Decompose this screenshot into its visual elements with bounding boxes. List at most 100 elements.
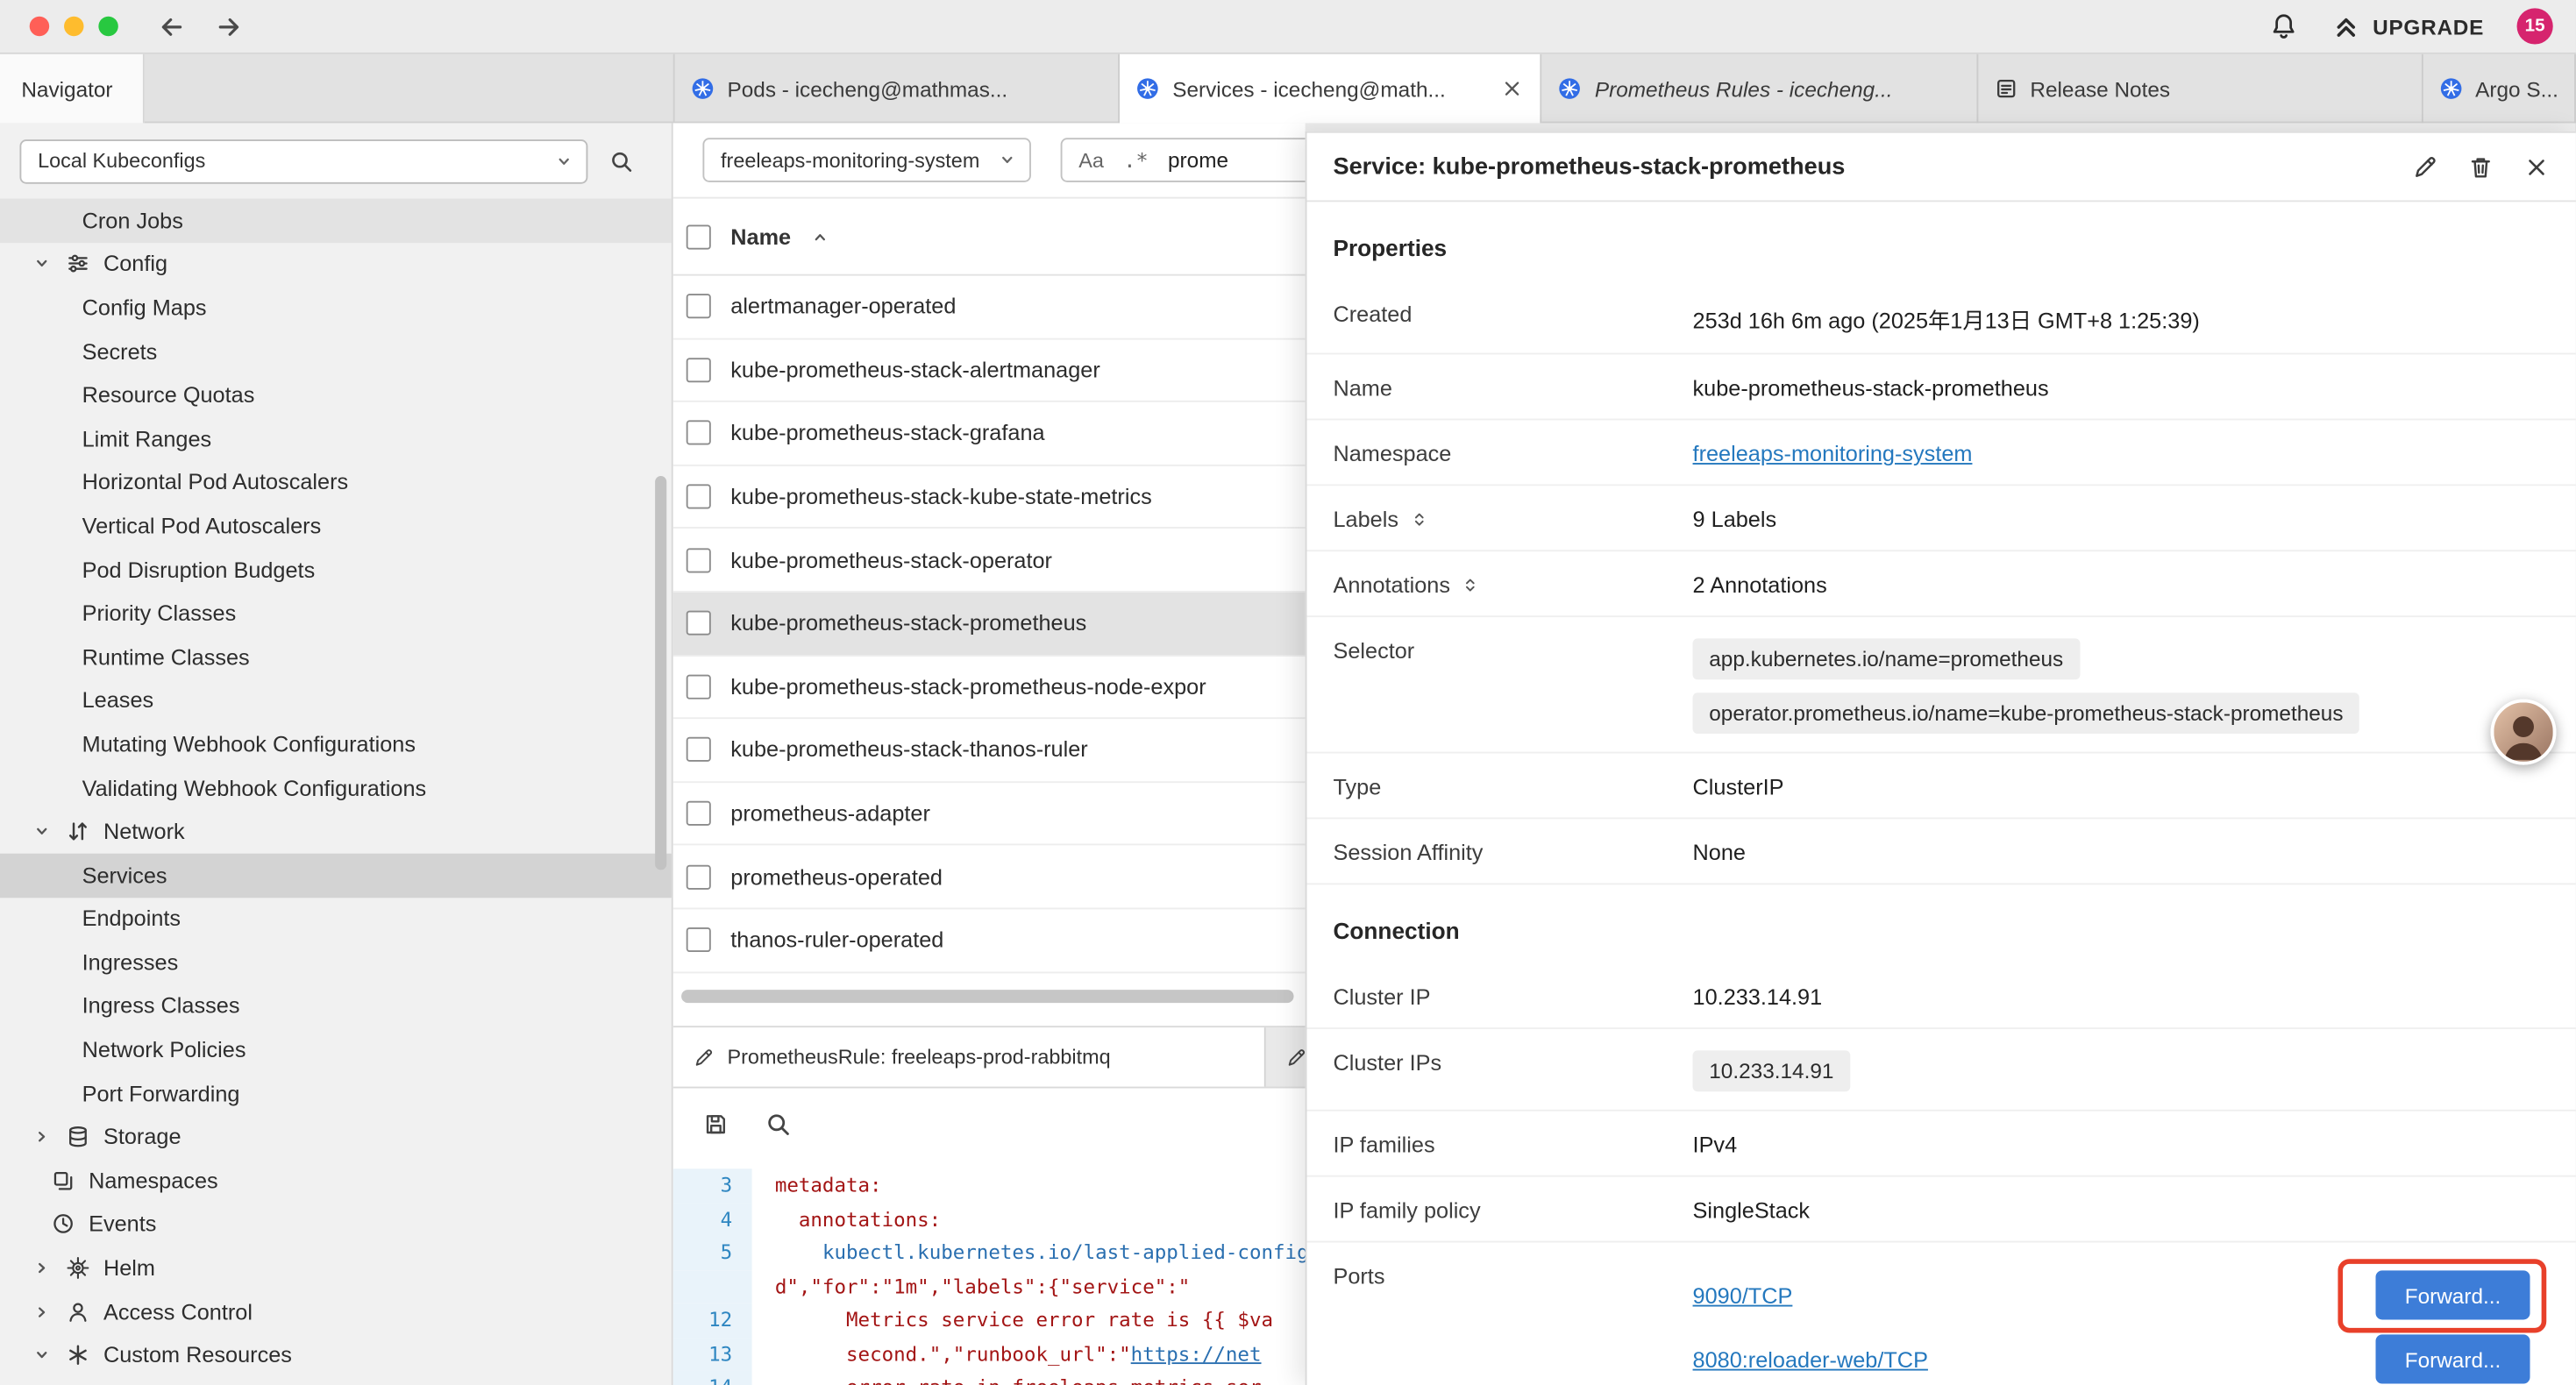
service-row-kube-prometheus-stack-grafana[interactable]: kube-prometheus-stack-grafana [673, 402, 1306, 465]
editor-search-icon[interactable] [765, 1112, 792, 1138]
tab-prometheus-rules-icecheng[interactable]: Prometheus Rules - icecheng... [1542, 54, 1978, 124]
match-case-toggle[interactable]: Aa [1078, 148, 1104, 171]
avatar[interactable] [2491, 700, 2557, 765]
tab-release-notes[interactable]: Release Notes [1977, 54, 2423, 124]
close-tab-icon[interactable] [1501, 77, 1524, 100]
search-icon[interactable] [609, 148, 634, 173]
sidebar-item-horizontal-pod-autoscalers[interactable]: Horizontal Pod Autoscalers [0, 460, 672, 504]
updown-icon[interactable] [1410, 510, 1428, 529]
edit-icon[interactable] [2412, 153, 2438, 180]
tab-services-icecheng-math[interactable]: Services - icecheng@math... [1120, 54, 1542, 124]
sidebar-item-definitions[interactable]: Definitions [0, 1377, 672, 1385]
editor-line[interactable]: 14 error rate in freeleaps metrics ser [673, 1371, 1306, 1385]
name-column-header[interactable]: Name [730, 224, 791, 249]
sort-ascending-icon[interactable] [811, 227, 829, 245]
forward-button[interactable]: Forward... [2376, 1334, 2530, 1383]
services-horizontal-scrollbar[interactable] [681, 990, 1293, 1003]
namespace-link[interactable]: freeleaps-monitoring-system [1693, 442, 1973, 466]
notification-badge[interactable]: 15 [2517, 8, 2553, 44]
row-checkbox[interactable] [687, 738, 711, 763]
sidebar-item-custom-resources[interactable]: Custom Resources [0, 1333, 672, 1377]
search-input[interactable]: Aa .* prome [1061, 138, 1306, 182]
sidebar-item-priority-classes[interactable]: Priority Classes [0, 592, 672, 636]
forward-button[interactable]: Forward... [2376, 1270, 2530, 1319]
sidebar-item-mutating-webhook-configurations[interactable]: Mutating Webhook Configurations [0, 722, 672, 766]
kubeconfig-selector[interactable]: Local Kubeconfigs [19, 138, 587, 183]
row-checkbox[interactable] [687, 295, 711, 319]
port-link[interactable]: 8080:reloader-web/TCP [1693, 1347, 1928, 1372]
bell-icon[interactable] [2269, 11, 2299, 41]
sidebar-item-config-maps[interactable]: Config Maps [0, 286, 672, 330]
dock-tab-prometheusrule-freeleaps-prod-rabbitmq[interactable]: PrometheusRule: freeleaps-prod-rabbitmq [673, 1027, 1266, 1086]
service-row-kube-prometheus-stack-prometheus-node-expor[interactable]: kube-prometheus-stack-prometheus-node-ex… [673, 656, 1306, 719]
service-row-kube-prometheus-stack-prometheus[interactable]: kube-prometheus-stack-prometheus [673, 593, 1306, 656]
editor-line[interactable]: d","for":"1m","labels":{"service":" [673, 1269, 1306, 1303]
row-checkbox[interactable] [687, 611, 711, 636]
sidebar-item-helm[interactable]: Helm [0, 1246, 672, 1290]
sidebar-item-ingress-classes[interactable]: Ingress Classes [0, 984, 672, 1028]
sidebar-item-cron-jobs[interactable]: Cron Jobs [0, 199, 672, 243]
forward-icon[interactable] [215, 12, 243, 40]
upgrade-button[interactable]: UPGRADE [2331, 11, 2484, 41]
row-checkbox[interactable] [687, 548, 711, 572]
editor-line[interactable]: 5 kubectl.kubernetes.io/last-applied-con… [673, 1236, 1306, 1269]
row-checkbox[interactable] [687, 485, 711, 509]
close-icon[interactable] [2523, 153, 2550, 180]
row-checkbox[interactable] [687, 927, 711, 952]
service-row-alertmanager-operated[interactable]: alertmanager-operated [673, 276, 1306, 339]
sidebar-item-resource-quotas[interactable]: Resource Quotas [0, 373, 672, 417]
sidebar-item-config[interactable]: Config [0, 242, 672, 286]
service-row-prometheus-adapter[interactable]: prometheus-adapter [673, 783, 1306, 846]
editor-line[interactable]: 3metadata: [673, 1168, 1306, 1202]
sidebar-item-vertical-pod-autoscalers[interactable]: Vertical Pod Autoscalers [0, 504, 672, 548]
chev-down-icon[interactable] [32, 1346, 52, 1365]
sidebar-item-network[interactable]: Network [0, 810, 672, 854]
namespace-filter[interactable]: freeleaps-monitoring-system [702, 138, 1030, 182]
minimize-window-button[interactable] [64, 17, 83, 36]
sidebar-item-services[interactable]: Services [0, 854, 672, 898]
yaml-editor[interactable]: 3metadata:4 annotations:5 kubectl.kubern… [673, 1161, 1306, 1385]
sidebar-item-network-policies[interactable]: Network Policies [0, 1028, 672, 1072]
chev-right-icon[interactable] [32, 1259, 52, 1277]
service-row-kube-prometheus-stack-kube-state-metrics[interactable]: kube-prometheus-stack-kube-state-metrics [673, 465, 1306, 529]
sidebar-item-events[interactable]: Events [0, 1203, 672, 1246]
chev-right-icon[interactable] [32, 1303, 52, 1321]
tab-pods-icecheng-mathmas[interactable]: Pods - icecheng@mathmas... [675, 54, 1121, 124]
close-window-button[interactable] [30, 17, 49, 36]
sidebar-item-access-control[interactable]: Access Control [0, 1289, 672, 1333]
updown-icon[interactable] [1462, 576, 1480, 594]
service-row-kube-prometheus-stack-operator[interactable]: kube-prometheus-stack-operator [673, 529, 1306, 593]
chev-right-icon[interactable] [32, 1128, 52, 1147]
sidebar-item-endpoints[interactable]: Endpoints [0, 897, 672, 941]
editor-line[interactable]: 13 second.","runbook_url":"https://net [673, 1337, 1306, 1370]
sidebar-item-runtime-classes[interactable]: Runtime Classes [0, 636, 672, 679]
delete-icon[interactable] [2467, 153, 2494, 180]
row-checkbox[interactable] [687, 421, 711, 445]
editor-line[interactable]: 4 annotations: [673, 1203, 1306, 1236]
row-checkbox[interactable] [687, 674, 711, 699]
back-icon[interactable] [158, 12, 186, 40]
row-checkbox[interactable] [687, 864, 711, 889]
sidebar-item-ingresses[interactable]: Ingresses [0, 941, 672, 984]
row-checkbox[interactable] [687, 801, 711, 826]
select-all-checkbox[interactable] [687, 224, 711, 249]
sidebar-item-leases[interactable]: Leases [0, 678, 672, 722]
tab-argo-s[interactable]: Argo S... [2423, 54, 2576, 124]
sidebar-item-limit-ranges[interactable]: Limit Ranges [0, 417, 672, 461]
sidebar-item-storage[interactable]: Storage [0, 1115, 672, 1159]
fullscreen-window-button[interactable] [98, 17, 117, 36]
service-row-kube-prometheus-stack-thanos-ruler[interactable]: kube-prometheus-stack-thanos-ruler [673, 719, 1306, 782]
row-checkbox[interactable] [687, 358, 711, 382]
chev-down-icon[interactable] [32, 255, 52, 273]
sidebar-item-namespaces[interactable]: Namespaces [0, 1159, 672, 1203]
editor-line[interactable]: 12 Metrics service error rate is {{ $va [673, 1303, 1306, 1337]
sidebar-item-secrets[interactable]: Secrets [0, 330, 672, 373]
sidebar-scrollbar[interactable] [655, 476, 666, 870]
service-row-thanos-ruler-operated[interactable]: thanos-ruler-operated [673, 909, 1306, 972]
port-link[interactable]: 9090/TCP [1693, 1283, 1793, 1308]
chev-down-icon[interactable] [32, 822, 52, 841]
sidebar-item-pod-disruption-budgets[interactable]: Pod Disruption Budgets [0, 548, 672, 592]
service-row-prometheus-operated[interactable]: prometheus-operated [673, 846, 1306, 909]
sidebar-item-port-forwarding[interactable]: Port Forwarding [0, 1072, 672, 1116]
save-icon[interactable] [702, 1112, 729, 1138]
